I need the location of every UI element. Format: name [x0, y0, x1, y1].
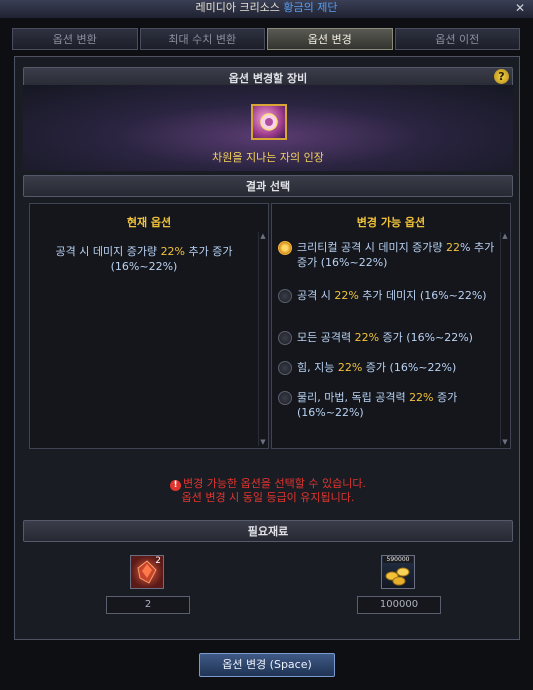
material-count-badge: 590000 — [383, 556, 413, 563]
main-panel: 옵션 변경할 장비 ? 차원을 지나는 자의 인장 결과 선택 현재 옵션 공격… — [14, 56, 520, 640]
window-title: 레미디아 크리소스 황금의 제단 ✕ — [0, 0, 533, 18]
close-icon[interactable]: ✕ — [515, 0, 525, 16]
option-text-before: 크리티컬 공격 시 데미지 증가량 — [297, 241, 447, 254]
material-quantity-1: 2 — [106, 596, 190, 614]
notice-line-1-text: 변경 가능한 옵션을 선택할 수 있습니다. — [183, 477, 366, 490]
option-item-4[interactable]: 힘, 지능 22% 증가 (16%~22%) — [278, 360, 496, 375]
warning-icon: ! — [170, 480, 182, 491]
current-option-text: 공격 시 데미지 증가량 22% 추가 증가 (16%~22%) — [40, 244, 248, 274]
option-text-after: 추가 데미지 (16%~22%) — [358, 289, 487, 302]
option-item-2[interactable]: 공격 시 22% 추가 데미지 (16%~22%) — [278, 288, 496, 303]
current-option-text-before: 공격 시 데미지 증가량 — [55, 245, 161, 258]
radio-icon[interactable] — [278, 289, 292, 303]
scroll-up-icon[interactable]: ▲ — [501, 232, 509, 240]
window-title-highlight: 황금의 제단 — [283, 1, 338, 14]
change-option-button[interactable]: 옵션 변경 (Space) — [199, 653, 335, 677]
materials-header-label: 필요재료 — [247, 525, 289, 538]
option-text-after: 증가 (16%~22%) — [379, 331, 473, 344]
option-value: 22% — [337, 361, 363, 374]
equipment-slot-area: 차원을 지나는 자의 인장 — [23, 85, 513, 171]
radio-icon[interactable] — [278, 391, 292, 405]
gold-coins-graphic — [385, 567, 410, 586]
tab-max-value-convert[interactable]: 최대 수치 변환 — [139, 28, 265, 50]
help-icon[interactable]: ? — [494, 69, 509, 84]
equipment-header-label: 옵션 변경할 장비 — [228, 72, 308, 85]
current-option-scrollbar[interactable]: ▲ ▼ — [258, 232, 266, 446]
notice-message: ! 변경 가능한 옵션을 선택할 수 있습니다. 옵션 변경 시 동일 등급이 유… — [15, 477, 521, 504]
seal-icon-graphic — [260, 113, 278, 131]
option-text-before: 힘, 지능 — [297, 361, 338, 374]
red-crystal-icon[interactable]: 2 — [130, 555, 164, 589]
equipment-name: 차원을 지나는 자의 인장 — [212, 151, 324, 164]
option-item-5[interactable]: 물리, 마법, 독립 공격력 22% 증가 (16%~22%) — [278, 390, 496, 420]
changeable-option-scrollbar[interactable]: ▲ ▼ — [500, 232, 508, 446]
current-option-value: 22% — [160, 245, 186, 258]
gold-coins-icon[interactable]: 590000 — [381, 555, 415, 589]
current-option-panel: 현재 옵션 공격 시 데미지 증가량 22% 추가 증가 (16%~22%) ▲… — [29, 203, 269, 449]
notice-line-1: ! 변경 가능한 옵션을 선택할 수 있습니다. — [15, 477, 521, 491]
changeable-option-title: 변경 가능 옵션 — [356, 216, 426, 229]
tab-option-change[interactable]: 옵션 변경 — [267, 28, 393, 50]
result-header-label: 결과 선택 — [245, 180, 291, 193]
option-text-after: 증가 (16%~22%) — [362, 361, 457, 374]
seal-icon[interactable] — [251, 104, 287, 140]
materials-header: 필요재료 — [23, 520, 513, 542]
current-option-title: 현재 옵션 — [126, 216, 172, 229]
radio-icon[interactable] — [278, 361, 292, 375]
notice-line-2: 옵션 변경 시 동일 등급이 유지됩니다. — [181, 491, 355, 504]
option-text: 크리티컬 공격 시 데미지 증가량 22% 추가 증가 (16%~22%) — [297, 240, 496, 270]
scroll-down-icon[interactable]: ▼ — [501, 438, 509, 446]
option-text: 물리, 마법, 독립 공격력 22% 증가 (16%~22%) — [297, 390, 496, 420]
scroll-down-icon[interactable]: ▼ — [259, 438, 267, 446]
option-text-before: 공격 시 — [297, 289, 335, 302]
option-text-before: 물리, 마법, 독립 공격력 — [297, 391, 410, 404]
option-value: 22 — [446, 241, 461, 254]
option-value: 22% — [354, 331, 380, 344]
radio-icon[interactable] — [278, 331, 292, 345]
option-text: 공격 시 22% 추가 데미지 (16%~22%) — [297, 288, 487, 303]
tab-option-convert[interactable]: 옵션 변환 — [12, 28, 138, 50]
option-text: 모든 공격력 22% 증가 (16%~22%) — [297, 330, 473, 345]
changeable-option-panel: 변경 가능 옵션 크리티컬 공격 시 데미지 증가량 22% 추가 증가 (16… — [271, 203, 511, 449]
result-header: 결과 선택 — [23, 175, 513, 197]
window-title-left: 레미디아 크리소스 — [195, 1, 284, 14]
option-value: 22% — [334, 289, 359, 302]
option-item-1[interactable]: 크리티컬 공격 시 데미지 증가량 22% 추가 증가 (16%~22%) — [278, 240, 496, 270]
option-text-before: 모든 공격력 — [297, 331, 355, 344]
tab-bar: 옵션 변환 최대 수치 변환 옵션 변경 옵션 이전 — [12, 28, 520, 50]
option-item-3[interactable]: 모든 공격력 22% 증가 (16%~22%) — [278, 330, 496, 345]
material-count-badge: 2 — [155, 556, 161, 566]
material-quantity-2: 100000 — [357, 596, 441, 614]
tab-option-transfer[interactable]: 옵션 이전 — [394, 28, 520, 50]
radio-selected-icon[interactable] — [278, 241, 292, 255]
scroll-up-icon[interactable]: ▲ — [259, 232, 267, 240]
option-value: 22% — [409, 391, 434, 404]
option-text: 힘, 지능 22% 증가 (16%~22%) — [297, 360, 456, 375]
